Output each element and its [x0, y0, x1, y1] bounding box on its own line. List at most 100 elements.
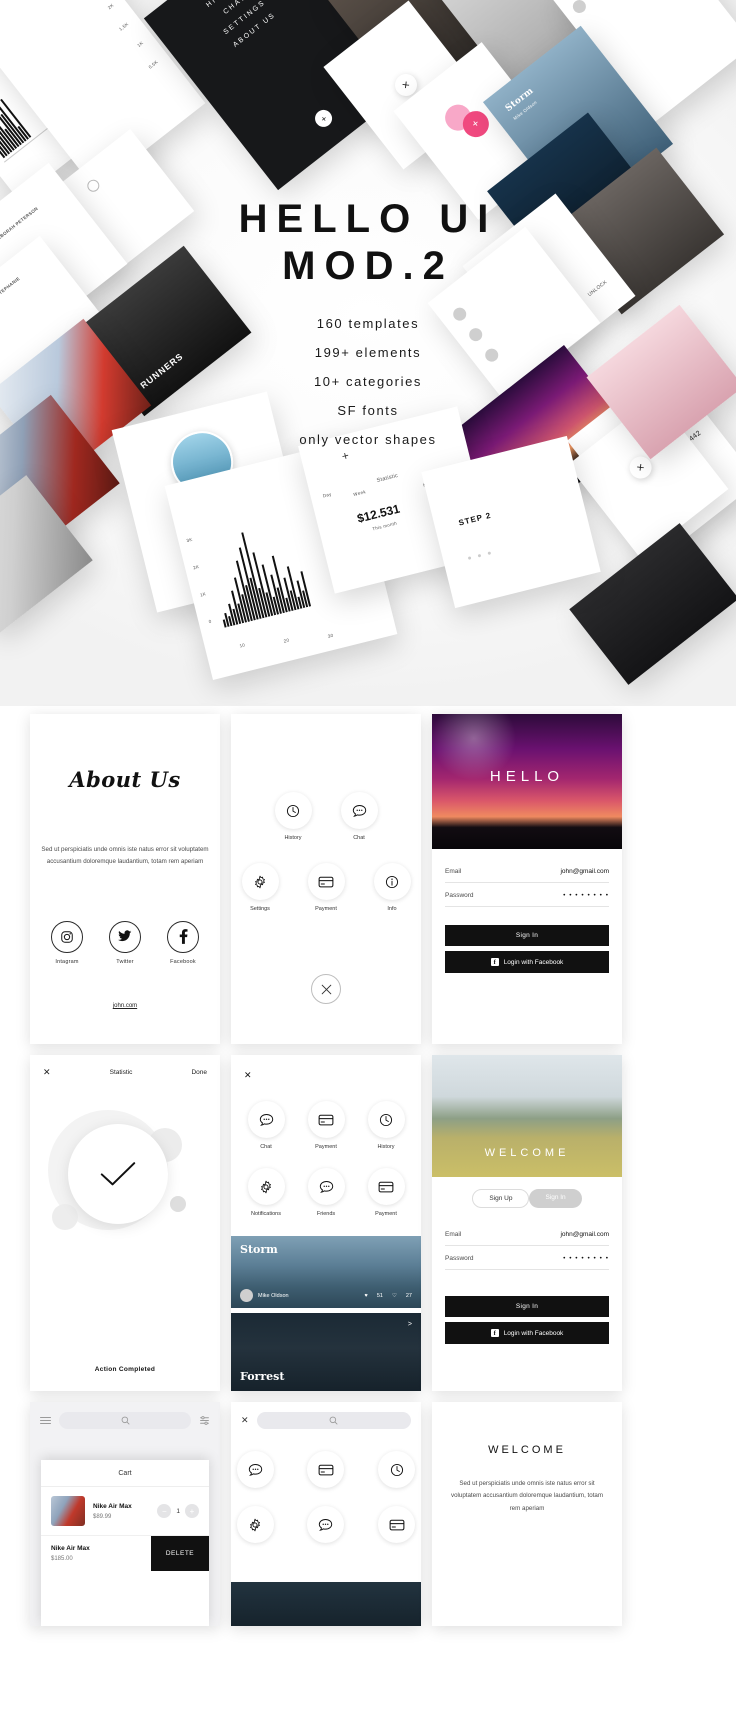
- hamburger-icon[interactable]: [40, 1415, 51, 1427]
- hero-unlock-label[interactable]: UNLOCK: [587, 279, 609, 298]
- search-icon[interactable]: [84, 177, 102, 195]
- feature-item: only vector shapes: [299, 432, 437, 448]
- chat-icon[interactable]: [307, 1506, 345, 1543]
- sign-in-tab[interactable]: Sign In: [529, 1189, 582, 1208]
- hero-axis-label: 2K: [192, 564, 200, 571]
- card-icon: [367, 1168, 405, 1205]
- like-icon[interactable]: ♥: [365, 1293, 368, 1299]
- media-card-bottom[interactable]: [231, 1582, 421, 1626]
- facebook-login-button[interactable]: f Login with Facebook: [445, 1322, 609, 1344]
- screen-welcome-login: WELCOME Sign Up Sign In Email john@gmail…: [432, 1055, 622, 1391]
- menu-label: Settings: [250, 906, 270, 912]
- screen-statistic: ✕ Statistic Done Action Completed: [30, 1055, 220, 1391]
- gear-icon[interactable]: [236, 1506, 274, 1543]
- clock-icon[interactable]: [378, 1451, 416, 1488]
- search-topbar: ✕: [231, 1402, 421, 1437]
- next-arrow-icon[interactable]: >: [408, 1321, 412, 1328]
- delete-button[interactable]: DELETE: [151, 1536, 209, 1571]
- search-icon: [329, 1416, 338, 1425]
- sign-up-tab[interactable]: Sign Up: [472, 1189, 530, 1208]
- menu-label: Payment: [315, 906, 337, 912]
- social-row: Intagram Twitter Facebook: [30, 920, 220, 965]
- comment-icon[interactable]: ♡: [392, 1293, 397, 1299]
- decrement-button[interactable]: −: [157, 1504, 172, 1518]
- close-icon[interactable]: ✕: [241, 1415, 249, 1426]
- chat-icon: [247, 1101, 285, 1138]
- menu-item-chat[interactable]: Chat: [336, 792, 382, 841]
- hero-stat-tab[interactable]: Day: [322, 491, 332, 498]
- search-menu-row-1: [231, 1451, 421, 1488]
- clock-icon: [367, 1101, 405, 1138]
- password-field-row[interactable]: Password • • • • • • • •: [445, 883, 609, 907]
- facebook-login-label: Login with Facebook: [503, 958, 564, 966]
- status-text: Action Completed: [94, 1366, 156, 1373]
- menu-item-info[interactable]: Info: [369, 863, 415, 912]
- hero-axis-label: 1,5K: [118, 21, 130, 32]
- quantity-stepper[interactable]: − 1 +: [157, 1504, 199, 1518]
- done-button[interactable]: Done: [191, 1069, 207, 1076]
- filter-icon[interactable]: [199, 1415, 210, 1426]
- card-icon[interactable]: [378, 1506, 416, 1543]
- menu-item-friends[interactable]: Friends: [303, 1168, 349, 1217]
- hero-axis-label: 1K: [136, 40, 145, 49]
- social-twitter[interactable]: Twitter: [109, 920, 141, 965]
- media-card-storm[interactable]: Storm Mike Oldson ♥ 51 ♡ 27: [231, 1236, 421, 1308]
- increment-button[interactable]: +: [185, 1504, 199, 1518]
- cart-topbar: [30, 1402, 220, 1437]
- media-title: Forrest: [240, 1370, 285, 1383]
- hero-axis-label: 2K: [106, 2, 115, 11]
- close-icon[interactable]: ✕: [244, 1070, 252, 1080]
- email-field-row[interactable]: Email john@gmail.com: [445, 859, 609, 883]
- menu-item-history[interactable]: History: [270, 792, 316, 841]
- chat-icon: [340, 792, 378, 829]
- email-field-row[interactable]: Email john@gmail.com: [445, 1222, 609, 1246]
- hero-axis-tick: 20: [283, 637, 290, 644]
- media-stats: ♥ 51 ♡ 27: [365, 1293, 412, 1299]
- hero-stat-caption: This month: [371, 520, 398, 532]
- cart-item[interactable]: Nike Air Max $89.99 − 1 +: [41, 1487, 209, 1535]
- screen-menu-1: History Chat Settings Payment Info: [231, 714, 421, 1044]
- hero-stat-tab[interactable]: Week: [353, 489, 366, 497]
- sign-in-button[interactable]: Sign In: [445, 1296, 609, 1317]
- hero-contact-name: OLGA STEPHANIE: [0, 275, 21, 307]
- screen-menu-2: ✕ Chat Payment History Notifications Fri…: [231, 1055, 421, 1391]
- search-input[interactable]: [59, 1412, 191, 1429]
- card-icon[interactable]: [307, 1451, 345, 1488]
- menu-item-chat[interactable]: Chat: [243, 1101, 289, 1150]
- menu-label: Info: [387, 906, 397, 912]
- close-button[interactable]: [311, 974, 341, 1004]
- screen-hello-login: HELLO Email john@gmail.com Password • • …: [432, 714, 622, 1044]
- menu-label: Friends: [316, 1211, 336, 1217]
- menu-item-payment-2[interactable]: Payment: [363, 1168, 409, 1217]
- product-thumbnail: [51, 1496, 85, 1526]
- social-instagram[interactable]: Intagram: [51, 920, 83, 965]
- search-input[interactable]: [256, 1412, 411, 1429]
- sign-in-button[interactable]: Sign In: [445, 925, 609, 946]
- social-facebook[interactable]: Facebook: [167, 920, 199, 965]
- welcome-heading: WELCOME: [484, 1147, 570, 1159]
- check-circle: [68, 1124, 168, 1224]
- media-card-forrest[interactable]: Forrest >: [231, 1313, 421, 1391]
- menu-item-payment[interactable]: Payment: [303, 1101, 349, 1150]
- email-value: john@gmail.com: [560, 1231, 609, 1238]
- menu-item-notifications[interactable]: Notifications: [243, 1168, 289, 1217]
- password-field-row[interactable]: Password • • • • • • • •: [445, 1246, 609, 1270]
- hero-statistic-bars: [203, 521, 312, 628]
- facebook-login-button[interactable]: f Login with Facebook: [445, 951, 609, 973]
- menu-item-history[interactable]: History: [363, 1101, 409, 1150]
- media-meta: Mike Oldson ♥ 51 ♡ 27: [240, 1289, 412, 1302]
- check-icon: [100, 1162, 136, 1186]
- menu-item-payment[interactable]: Payment: [303, 863, 349, 912]
- website-link[interactable]: john.com: [30, 1003, 220, 1009]
- menu-label: Chat: [260, 1144, 272, 1150]
- screen-search-menu: ✕: [231, 1402, 421, 1626]
- chat-icon[interactable]: [236, 1451, 274, 1488]
- cart-item-swiped[interactable]: Nike Air Max $185.00 DELETE: [41, 1535, 209, 1571]
- menu-item-settings[interactable]: Settings: [237, 863, 283, 912]
- hello-heading: HELLO: [489, 768, 565, 785]
- hero-add-button[interactable]: +: [311, 106, 336, 131]
- email-label: Email: [445, 868, 462, 875]
- media-author: Mike Oldson: [258, 1292, 289, 1299]
- close-icon[interactable]: ✕: [43, 1067, 51, 1078]
- chat-icon: [307, 1168, 345, 1205]
